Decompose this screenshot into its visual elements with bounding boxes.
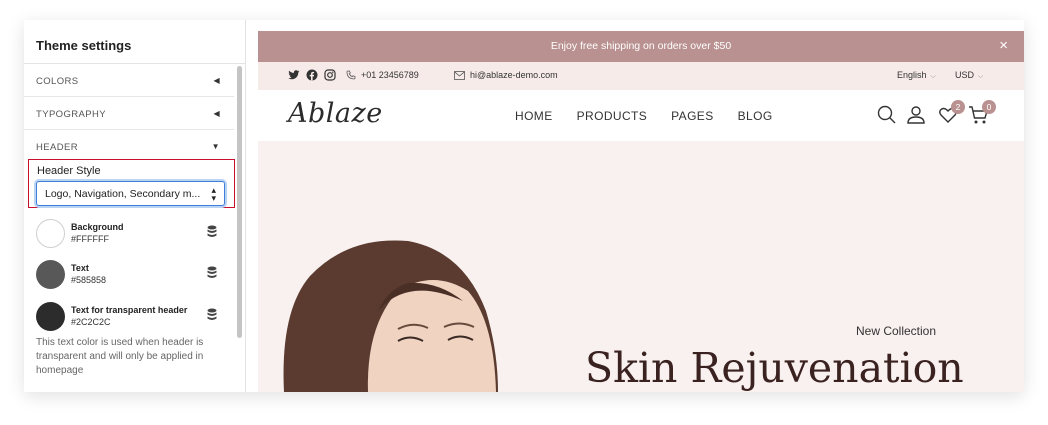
section-header-label: HEADER bbox=[36, 142, 78, 153]
color-value: #FFFFFF bbox=[71, 234, 109, 244]
color-value: #2C2C2C bbox=[71, 317, 111, 327]
color-name: Text for transparent header bbox=[71, 305, 188, 315]
caret-left-icon: ◀ bbox=[213, 76, 220, 85]
theme-settings-sidebar: Theme settings COLORS ◀ TYPOGRAPHY ◀ HEA… bbox=[24, 20, 246, 392]
announcement-text: Enjoy free shipping on orders over $50 bbox=[550, 40, 732, 52]
contact-email[interactable]: hi@ablaze-demo.com bbox=[454, 70, 558, 80]
color-setting-transparent-text: Text for transparent header #2C2C2C bbox=[36, 302, 236, 334]
caret-down-icon: ▼ bbox=[211, 142, 220, 151]
database-icon[interactable] bbox=[207, 266, 217, 279]
language-value: English bbox=[897, 70, 927, 80]
caret-left-icon: ◀ bbox=[213, 109, 220, 118]
help-text: This text color is used when header is t… bbox=[36, 337, 204, 376]
social-links bbox=[288, 69, 336, 81]
header-style-label: Header Style bbox=[37, 165, 101, 177]
instagram-icon[interactable] bbox=[324, 69, 336, 81]
contact-phone[interactable]: +01 23456789 bbox=[346, 70, 419, 80]
account-icon[interactable] bbox=[905, 104, 927, 126]
header-style-select[interactable]: Logo, Navigation, Secondary m... ▴ ▾ bbox=[36, 181, 225, 206]
phone-icon bbox=[346, 70, 356, 80]
main-navigation: HOME PRODUCTS PAGES BLOG bbox=[515, 109, 773, 123]
chevron-down-icon: ⌵ bbox=[978, 73, 984, 80]
phone-number: +01 23456789 bbox=[361, 70, 419, 80]
color-setting-text: Text #585858 bbox=[36, 260, 236, 292]
nav-item-products[interactable]: PRODUCTS bbox=[577, 109, 648, 123]
store-preview: Enjoy free shipping on orders over $50 × bbox=[258, 31, 1024, 392]
color-value: #585858 bbox=[71, 275, 107, 285]
color-name: Background bbox=[71, 222, 124, 232]
language-selector[interactable]: English ⌵ bbox=[897, 70, 936, 81]
hero-title: Skin Rejuvenation bbox=[585, 344, 964, 392]
wishlist-count-badge: 2 bbox=[951, 100, 965, 114]
chevron-down-icon: ⌵ bbox=[930, 73, 936, 80]
nav-item-home[interactable]: HOME bbox=[515, 109, 553, 123]
section-typography[interactable]: TYPOGRAPHY ◀ bbox=[24, 97, 234, 130]
text-color-swatch[interactable] bbox=[36, 260, 65, 289]
announcement-bar: Enjoy free shipping on orders over $50 × bbox=[258, 31, 1024, 62]
header-style-field: Header Style Logo, Navigation, Secondary… bbox=[28, 159, 235, 208]
hero-subtitle: New Collection bbox=[856, 324, 937, 338]
main-header: Ablaze HOME PRODUCTS PAGES BLOG 2 0 bbox=[258, 90, 1024, 141]
color-setting-background: Background #FFFFFF bbox=[36, 219, 236, 251]
section-typography-label: TYPOGRAPHY bbox=[36, 109, 106, 120]
database-icon[interactable] bbox=[207, 225, 217, 238]
section-colors[interactable]: COLORS ◀ bbox=[24, 64, 234, 97]
store-logo[interactable]: Ablaze bbox=[288, 98, 383, 129]
transparent-text-color-swatch[interactable] bbox=[36, 302, 65, 331]
mail-icon bbox=[454, 70, 465, 80]
select-updown-icon: ▴ ▾ bbox=[211, 185, 216, 203]
background-color-swatch[interactable] bbox=[36, 219, 65, 248]
database-icon[interactable] bbox=[207, 308, 217, 321]
email-address: hi@ablaze-demo.com bbox=[470, 70, 558, 80]
search-icon[interactable] bbox=[876, 104, 898, 126]
facebook-icon[interactable] bbox=[306, 69, 318, 81]
cart-count-badge: 0 bbox=[982, 100, 996, 114]
header-style-value: Logo, Navigation, Secondary m... bbox=[45, 188, 201, 200]
top-bar: +01 23456789 hi@ablaze-demo.com English ⌵… bbox=[258, 62, 1024, 90]
hero-banner: New Collection Skin Rejuvenation bbox=[258, 141, 1024, 392]
section-colors-label: COLORS bbox=[36, 76, 79, 87]
color-name: Text bbox=[71, 263, 89, 273]
nav-item-blog[interactable]: BLOG bbox=[738, 109, 773, 123]
sidebar-scrollbar[interactable] bbox=[237, 66, 242, 338]
currency-selector[interactable]: USD ⌵ bbox=[955, 70, 983, 81]
close-icon[interactable]: × bbox=[999, 37, 1008, 54]
twitter-icon[interactable] bbox=[288, 69, 300, 81]
sidebar-title: Theme settings bbox=[24, 20, 245, 64]
currency-value: USD bbox=[955, 70, 975, 80]
editor-window: Theme settings COLORS ◀ TYPOGRAPHY ◀ HEA… bbox=[24, 20, 1024, 392]
nav-item-pages[interactable]: PAGES bbox=[671, 109, 713, 123]
